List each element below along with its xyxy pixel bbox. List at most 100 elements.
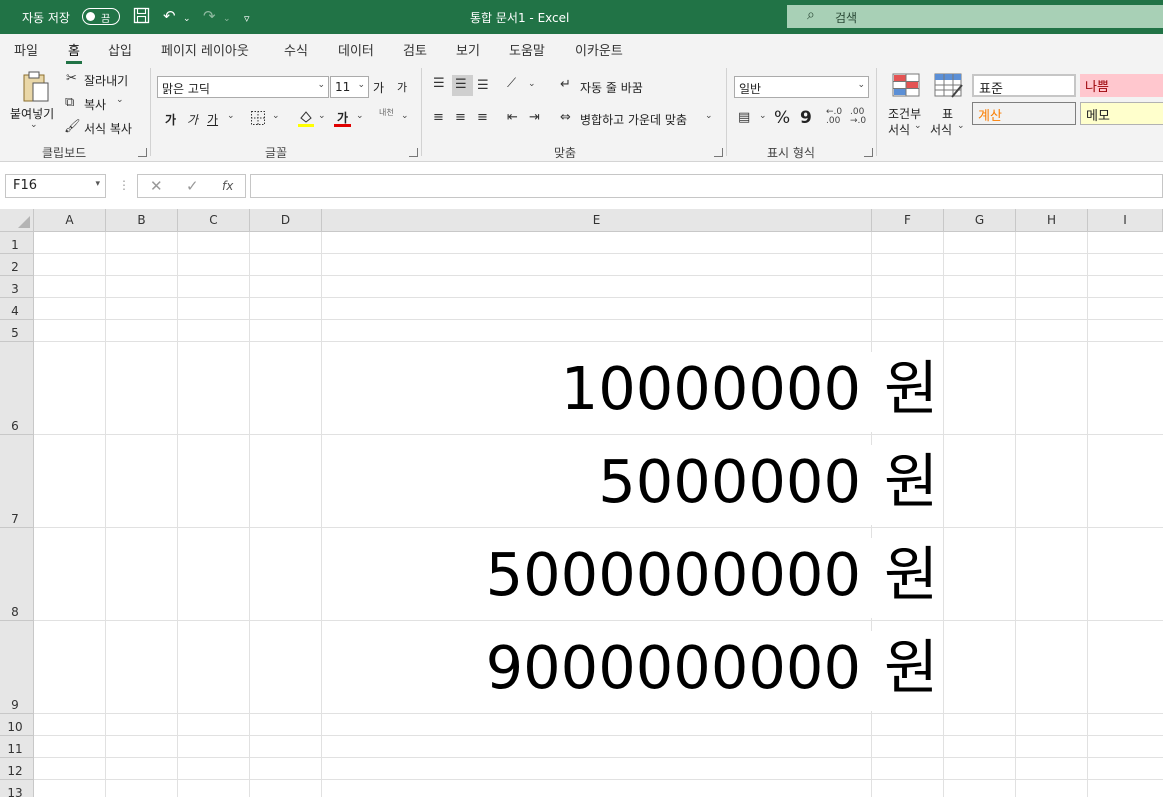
tab-formulas[interactable]: 수식 [284, 40, 308, 59]
redo-dropdown-icon[interactable]: ⌄ [223, 10, 231, 28]
customize-qat-icon[interactable]: ▿ [244, 10, 250, 28]
align-bottom-icon[interactable]: ☰ [477, 78, 489, 94]
phonetic-button[interactable]: 내천 [379, 107, 394, 118]
select-all-button[interactable] [0, 209, 34, 232]
align-left-icon[interactable]: ≡ [433, 110, 444, 126]
row-header-6[interactable]: 6 [0, 342, 34, 435]
bold-button[interactable]: 가 [165, 111, 176, 128]
tab-data[interactable]: 데이터 [338, 40, 374, 59]
conditional-dropdown-icon[interactable]: ⌄ [914, 121, 922, 131]
row-header-3[interactable]: 3 [0, 276, 34, 298]
conditional-formatting-icon[interactable] [892, 73, 920, 102]
merge-dropdown-icon[interactable]: ⌄ [705, 111, 713, 121]
style-bad[interactable]: 나쁨 [1080, 74, 1163, 97]
redo-icon[interactable]: ↷ [203, 7, 216, 25]
column-header-f[interactable]: F [872, 209, 944, 232]
row-header-8[interactable]: 8 [0, 528, 34, 621]
format-as-table-line2[interactable]: 서식 [930, 121, 952, 138]
conditional-formatting-line1[interactable]: 조건부 [888, 105, 921, 122]
format-as-table-icon[interactable] [934, 73, 964, 104]
row-header-7[interactable]: 7 [0, 435, 34, 528]
orientation-dropdown-icon[interactable]: ⌄ [528, 79, 536, 89]
column-header-g[interactable]: G [944, 209, 1016, 232]
percent-button[interactable]: % [774, 108, 790, 128]
insert-function-icon[interactable]: fx [222, 179, 233, 193]
italic-button[interactable]: 가 [187, 111, 198, 128]
search-box[interactable]: ⌕ 검색 [787, 5, 1163, 28]
column-header-c[interactable]: C [178, 209, 250, 232]
merge-center-icon[interactable]: ⇔ [560, 110, 571, 126]
column-header-i[interactable]: I [1088, 209, 1163, 232]
increase-indent-icon[interactable]: ⇥ [529, 110, 540, 126]
clipboard-launcher-icon[interactable] [138, 148, 147, 157]
fill-color-dropdown-icon[interactable]: ⌄ [318, 111, 326, 121]
shrink-font-button[interactable]: 가 [397, 79, 407, 95]
column-header-a[interactable]: A [34, 209, 106, 232]
column-header-d[interactable]: D [250, 209, 322, 232]
tab-home[interactable]: 홈 [66, 40, 82, 64]
phonetic-dropdown-icon[interactable]: ⌄ [401, 111, 409, 121]
comma-button[interactable]: 9 [800, 108, 812, 128]
copy-dropdown-icon[interactable]: ⌄ [116, 95, 124, 105]
number-format-select[interactable]: 일반 ⌄ [734, 76, 869, 98]
row-header-9[interactable]: 9 [0, 621, 34, 714]
grow-font-button[interactable]: 가 [373, 79, 384, 96]
style-normal[interactable]: 표준 [972, 74, 1076, 97]
tab-help[interactable]: 도움말 [509, 40, 545, 59]
accounting-dropdown-icon[interactable]: ⌄ [759, 111, 767, 121]
format-as-table-line1[interactable]: 표 [942, 105, 953, 122]
tab-ecount[interactable]: 이카운트 [575, 40, 623, 59]
paste-icon[interactable] [20, 70, 50, 109]
cut-button[interactable]: 잘라내기 [84, 72, 128, 89]
font-color-dropdown-icon[interactable]: ⌄ [356, 111, 364, 121]
font-size-select[interactable]: 11 ⌄ [330, 76, 369, 98]
tab-insert[interactable]: 삽입 [108, 40, 132, 59]
fill-color-icon[interactable] [297, 109, 315, 132]
decrease-decimal-icon[interactable]: .00 →.0 [850, 108, 866, 126]
underline-button[interactable]: 가 [207, 111, 218, 128]
format-painter-icon[interactable]: 🖌 [64, 119, 81, 135]
column-header-b[interactable]: B [106, 209, 178, 232]
tab-file[interactable]: 파일 [14, 40, 38, 59]
autosave-toggle[interactable]: 끔 [82, 8, 120, 25]
border-icon[interactable] [250, 110, 266, 131]
font-launcher-icon[interactable] [409, 148, 418, 157]
underline-dropdown-icon[interactable]: ⌄ [227, 111, 235, 121]
undo-icon[interactable]: ↶ [163, 7, 176, 25]
enter-icon[interactable]: ✓ [186, 177, 199, 195]
font-name-select[interactable]: 맑은 고딕 ⌄ [157, 76, 329, 98]
row-header-11[interactable]: 11 [0, 736, 34, 758]
copy-icon[interactable]: ⧉ [65, 95, 74, 111]
accounting-format-icon[interactable]: ▤ [738, 110, 750, 126]
more-icon[interactable]: ⋮ [118, 178, 130, 192]
row-header-1[interactable]: 1 [0, 232, 34, 254]
format-painter-button[interactable]: 서식 복사 [84, 120, 132, 137]
decrease-indent-icon[interactable]: ⇤ [507, 110, 518, 126]
tab-review[interactable]: 검토 [403, 40, 427, 59]
border-dropdown-icon[interactable]: ⌄ [272, 111, 280, 121]
column-header-e[interactable]: E [322, 209, 872, 232]
paste-dropdown-icon[interactable]: ⌄ [30, 120, 38, 130]
row-header-2[interactable]: 2 [0, 254, 34, 276]
table-dropdown-icon[interactable]: ⌄ [957, 121, 965, 131]
wrap-text-button[interactable]: 자동 줄 바꿈 [580, 79, 643, 96]
tab-view[interactable]: 보기 [456, 40, 480, 59]
row-header-4[interactable]: 4 [0, 298, 34, 320]
save-icon[interactable] [133, 7, 150, 28]
style-note[interactable]: 메모 [1080, 102, 1163, 125]
align-middle-button[interactable]: ☰ [452, 75, 473, 96]
align-right-icon[interactable]: ≡ [477, 110, 488, 126]
alignment-launcher-icon[interactable] [714, 148, 723, 157]
increase-decimal-icon[interactable]: ←.0.00 [826, 108, 842, 126]
orientation-icon[interactable]: ⟋ [507, 76, 516, 92]
cut-icon[interactable]: ✂ [66, 71, 77, 87]
style-calculation[interactable]: 계산 [972, 102, 1076, 125]
cancel-icon[interactable]: ✕ [150, 177, 163, 195]
name-box[interactable]: F16 ▾ [5, 174, 106, 198]
tab-page-layout[interactable]: 페이지 레이아웃 [161, 40, 249, 59]
row-header-13[interactable]: 13 [0, 780, 34, 797]
column-header-h[interactable]: H [1016, 209, 1088, 232]
row-header-10[interactable]: 10 [0, 714, 34, 736]
formula-input[interactable] [250, 174, 1163, 198]
align-center-icon[interactable]: ≡ [455, 110, 466, 126]
